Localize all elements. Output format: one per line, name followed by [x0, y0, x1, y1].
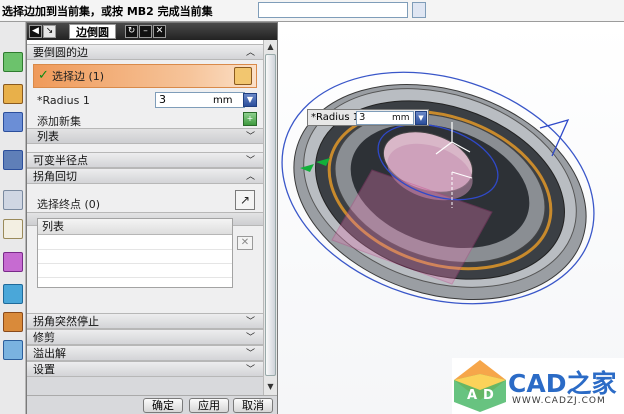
chevron-down-icon: ﹀	[245, 132, 255, 142]
reuse-library-icon[interactable]	[3, 150, 23, 170]
apply-button[interactable]: 应用	[189, 398, 229, 413]
section-variable-radius[interactable]: 可变半径点 ﹀	[27, 152, 263, 168]
cancel-button[interactable]: 取消	[233, 398, 273, 413]
endpoint-list-header: 列表	[38, 219, 232, 235]
svg-text:D: D	[483, 388, 494, 403]
remove-icon[interactable]: ✕	[237, 236, 253, 250]
select-edge-row[interactable]: ✓ 选择边 (1)	[33, 64, 257, 88]
section-corner-label: 拐角回切	[33, 170, 77, 183]
close-icon[interactable]: ✕	[153, 25, 166, 38]
section-overflow[interactable]: 溢出解 ﹀	[27, 345, 263, 361]
add-new-set-label: 添加新集	[37, 115, 81, 128]
dialog-scrollbar[interactable]: ▲ ▼	[263, 40, 277, 395]
reset-icon[interactable]: ↻	[125, 25, 138, 38]
floating-radius-menu-button[interactable]: ▼	[415, 111, 427, 125]
floating-radius-input: *Radius 1 3 mm ▼	[307, 109, 429, 126]
manufacturing-wizards-icon[interactable]	[3, 284, 23, 304]
history-icon[interactable]	[3, 190, 23, 210]
minimize-icon[interactable]: –	[139, 25, 152, 38]
status-message: 选择边加到当前集，或按 MB2 完成当前集	[2, 5, 213, 18]
add-new-set-button[interactable]: +	[243, 112, 257, 126]
chevron-up-icon: ︿	[245, 172, 255, 182]
selection-filter-combo[interactable]	[258, 2, 408, 18]
endpoint-select-icon[interactable]: ↗	[235, 190, 255, 210]
selection-filter-dropdown-button[interactable]	[412, 2, 426, 18]
process-studio-icon[interactable]	[3, 252, 23, 272]
endpoint-list[interactable]: 列表	[37, 218, 233, 288]
scroll-down-icon[interactable]: ▼	[265, 381, 276, 392]
section-edges-label: 要倒圆的边	[33, 46, 88, 59]
radius-options-button[interactable]: ▼	[243, 93, 257, 107]
section-corner-stop[interactable]: 拐角突然停止 ﹀	[27, 313, 263, 329]
section-stop-label: 拐角突然停止	[33, 315, 99, 328]
system-materials-icon[interactable]	[3, 219, 23, 239]
select-edge-label: 选择边 (1)	[52, 70, 105, 83]
section-variable-label: 可变半径点	[33, 154, 88, 167]
section-settings-label: 设置	[33, 363, 55, 376]
part-navigator-icon[interactable]	[3, 112, 23, 132]
section-edges-to-blend[interactable]: 要倒圆的边 ︿	[27, 44, 263, 60]
assembly-navigator-icon[interactable]	[3, 52, 23, 72]
check-icon: ✓	[38, 68, 49, 83]
roles-icon[interactable]	[3, 312, 23, 332]
cad-home-logo-icon: A D	[454, 360, 506, 412]
edge-select-cube-icon[interactable]	[234, 67, 252, 85]
collapse-dialog-icon[interactable]: ◀	[29, 25, 42, 38]
watermark-url: WWW.CADZJ.COM	[512, 396, 606, 406]
scroll-up-icon[interactable]: ▲	[265, 41, 276, 52]
dialog-title: 边倒圆	[69, 24, 116, 39]
edge-blend-dialog: ◀ ↘ 边倒圆 ↻ – ✕ 要倒圆的边 ︿ ✓ 选择边 (1) *Radius …	[26, 22, 278, 414]
chevron-down-icon: ﹀	[245, 365, 255, 375]
chevron-up-icon: ︿	[245, 48, 255, 58]
section-trim[interactable]: 修剪 ﹀	[27, 329, 263, 345]
floating-radius-unit: mm	[392, 113, 410, 123]
section-overflow-label: 溢出解	[33, 347, 66, 360]
watermark-text: CAD之家	[508, 369, 617, 398]
chevron-down-icon: ﹀	[245, 349, 255, 359]
section-corner-setback[interactable]: 拐角回切 ︿	[27, 168, 263, 184]
select-endpoint-label: 选择终点 (0)	[37, 198, 101, 211]
dialog-titlebar: ◀ ↘ 边倒圆 ↻ – ✕	[27, 23, 277, 40]
svg-text:A: A	[467, 388, 477, 403]
ok-button[interactable]: 确定	[143, 398, 183, 413]
chevron-down-icon: ﹀	[245, 156, 255, 166]
resource-bar	[0, 22, 26, 414]
scroll-thumb[interactable]	[265, 54, 276, 376]
status-bar: 选择边加到当前集，或按 MB2 完成当前集	[0, 0, 624, 22]
system-scene-icon[interactable]	[3, 340, 23, 360]
list-label: 列表	[37, 130, 59, 143]
radius-unit: mm	[213, 95, 233, 106]
radius-label: *Radius 1	[37, 94, 90, 107]
edge-blend-icon: ↘	[43, 25, 56, 38]
section-settings[interactable]: 设置 ﹀	[27, 361, 263, 377]
dialog-panel: 要倒圆的边 ︿ ✓ 选择边 (1) *Radius 1 3 mm ▼ 添加新集 …	[27, 40, 263, 395]
section-trim-label: 修剪	[33, 331, 55, 344]
list-toggle[interactable]: 列表 ﹀	[27, 128, 263, 144]
chevron-down-icon: ﹀	[245, 333, 255, 343]
floating-radius-label: *Radius 1	[311, 112, 360, 123]
dialog-footer: 确定 应用 取消	[27, 395, 277, 414]
constraint-navigator-icon[interactable]	[3, 84, 23, 104]
chevron-down-icon: ﹀	[245, 317, 255, 327]
cad-home-watermark: A D CAD之家 WWW.CADZJ.COM	[452, 358, 624, 414]
